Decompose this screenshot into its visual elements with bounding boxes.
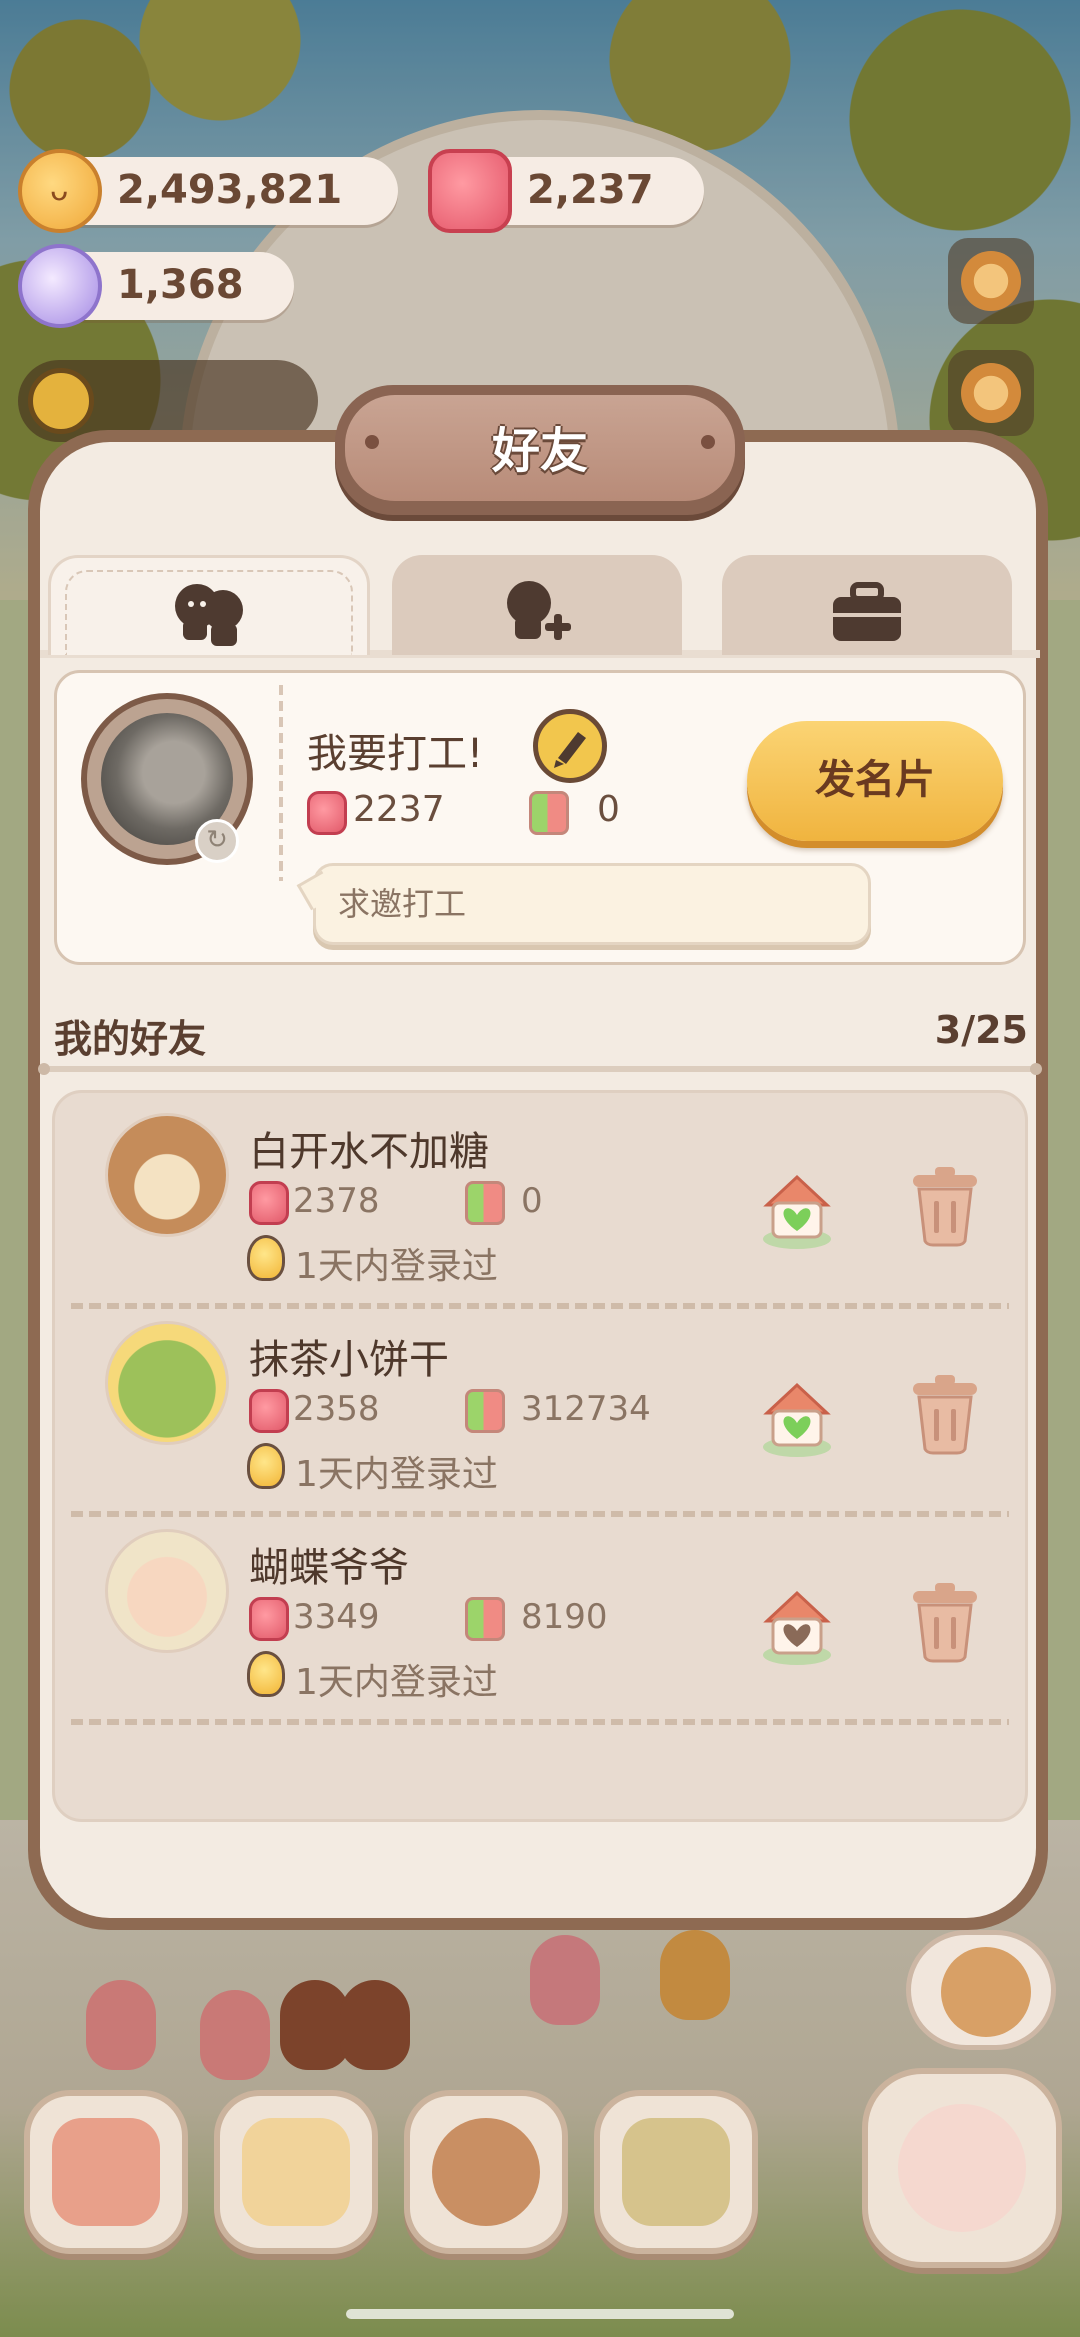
friend-name: 蝴蝶爷爷: [249, 1545, 409, 1591]
friend-list: 白开水不加糖 2378 0 1天内登录过 抹茶小饼干 2358 312734 1…: [52, 1090, 1028, 1822]
like-icon: [465, 1181, 505, 1225]
dock-shop-button[interactable]: [594, 2090, 758, 2254]
delete-trash-icon[interactable]: [907, 1371, 983, 1455]
friend-avatar: [105, 1321, 229, 1445]
gem-amount: 1,368: [117, 262, 244, 308]
dock-notes-button[interactable]: [214, 2090, 378, 2254]
status-message-bubble[interactable]: 求邀打工: [313, 863, 871, 945]
add-friend-icon: [507, 581, 571, 640]
my-avatar[interactable]: ↻: [81, 693, 253, 865]
coin-icon: [18, 149, 102, 233]
my-profile-card: ↻ 我要打工! 2237 0 发名片 求邀打工: [54, 670, 1026, 965]
fish-cat-icon: [898, 2104, 1026, 2232]
coin-amount: 2,493,821: [117, 167, 343, 213]
friend-row[interactable]: 白开水不加糖 2378 0 1天内登录过: [55, 1101, 1025, 1309]
friend-likes: 312734: [521, 1389, 651, 1429]
candy-icon: [307, 791, 347, 835]
gem-icon: [18, 244, 102, 328]
mushroom-house-icon: [52, 2118, 160, 2226]
friends-count: 3/25: [934, 1008, 1028, 1052]
friend-last-login: 1天内登录过: [295, 1454, 498, 1495]
dock-main-button[interactable]: [862, 2068, 1062, 2268]
flower-icon: [961, 251, 1021, 311]
friend-name: 抹茶小饼干: [249, 1337, 449, 1383]
friend-last-login: 1天内登录过: [295, 1662, 498, 1703]
candy-icon: [249, 1181, 289, 1225]
friend-last-login: 1天内登录过: [295, 1246, 498, 1287]
candy-counter[interactable]: 2,237: [428, 149, 704, 233]
dock-house-button[interactable]: [24, 2090, 188, 2254]
section-divider: [38, 1063, 1042, 1075]
friend-likes: 8190: [521, 1597, 608, 1637]
gem-counter[interactable]: 1,368: [18, 244, 294, 328]
dock-cookie-button[interactable]: [404, 2090, 568, 2254]
delete-trash-icon[interactable]: [907, 1579, 983, 1663]
like-icon: [529, 791, 569, 835]
tab-add-friend[interactable]: [392, 555, 682, 655]
stamp-icon: [961, 363, 1021, 423]
sun-icon: [28, 368, 94, 434]
friend-avatar: [105, 1113, 229, 1237]
stamp-button[interactable]: [948, 350, 1034, 436]
lightbulb-icon: [247, 1651, 285, 1697]
friend-candy: 2378: [293, 1181, 380, 1221]
visit-house-icon[interactable]: [755, 1375, 839, 1459]
dialog-title-plate: 好友: [335, 385, 745, 515]
candy-amount: 2,237: [527, 167, 654, 213]
friends-icon: [175, 584, 243, 646]
refresh-icon[interactable]: ↻: [195, 819, 239, 863]
friend-row[interactable]: 抹茶小饼干 2358 312734 1天内登录过: [55, 1309, 1025, 1517]
flower-button[interactable]: [948, 238, 1034, 324]
my-nickname: 我要打工!: [307, 731, 484, 777]
visit-house-icon[interactable]: [755, 1583, 839, 1667]
like-icon: [465, 1597, 505, 1641]
friend-candy: 3349: [293, 1597, 380, 1637]
my-candy-count: 2237: [353, 789, 445, 830]
briefcase-icon: [833, 582, 901, 641]
candy-icon: [249, 1389, 289, 1433]
dialog-title: 好友: [491, 423, 588, 479]
friend-likes: 0: [521, 1181, 543, 1221]
coin-counter[interactable]: 2,493,821: [18, 149, 398, 233]
visit-house-icon[interactable]: [755, 1167, 839, 1251]
row-separator: [71, 1719, 1009, 1725]
candy-icon: [249, 1597, 289, 1641]
friend-name: 白开水不加糖: [249, 1129, 489, 1175]
edit-pencil-icon[interactable]: [533, 709, 607, 783]
friend-candy: 2358: [293, 1389, 380, 1429]
cat-avatar-icon: [941, 1947, 1031, 2037]
notebook-icon: [242, 2118, 350, 2226]
cookie-plate-icon: [432, 2118, 540, 2226]
candy-icon: [428, 149, 512, 233]
like-icon: [465, 1389, 505, 1433]
lightbulb-icon: [247, 1235, 285, 1281]
delete-trash-icon[interactable]: [907, 1163, 983, 1247]
send-card-button[interactable]: 发名片: [747, 721, 1003, 841]
my-friends-title: 我的好友: [54, 1017, 207, 1061]
friend-row[interactable]: 蝴蝶爷爷 3349 8190 1天内登录过: [55, 1517, 1025, 1725]
shop-stall-icon: [622, 2118, 730, 2226]
home-indicator: [346, 2309, 734, 2319]
lightbulb-icon: [247, 1443, 285, 1489]
tab-friends[interactable]: [48, 555, 370, 655]
tab-work[interactable]: [722, 555, 1012, 655]
friend-avatar: [105, 1529, 229, 1653]
profile-divider: [279, 685, 283, 881]
chat-button[interactable]: [906, 1930, 1056, 2050]
my-like-count: 0: [597, 789, 620, 830]
